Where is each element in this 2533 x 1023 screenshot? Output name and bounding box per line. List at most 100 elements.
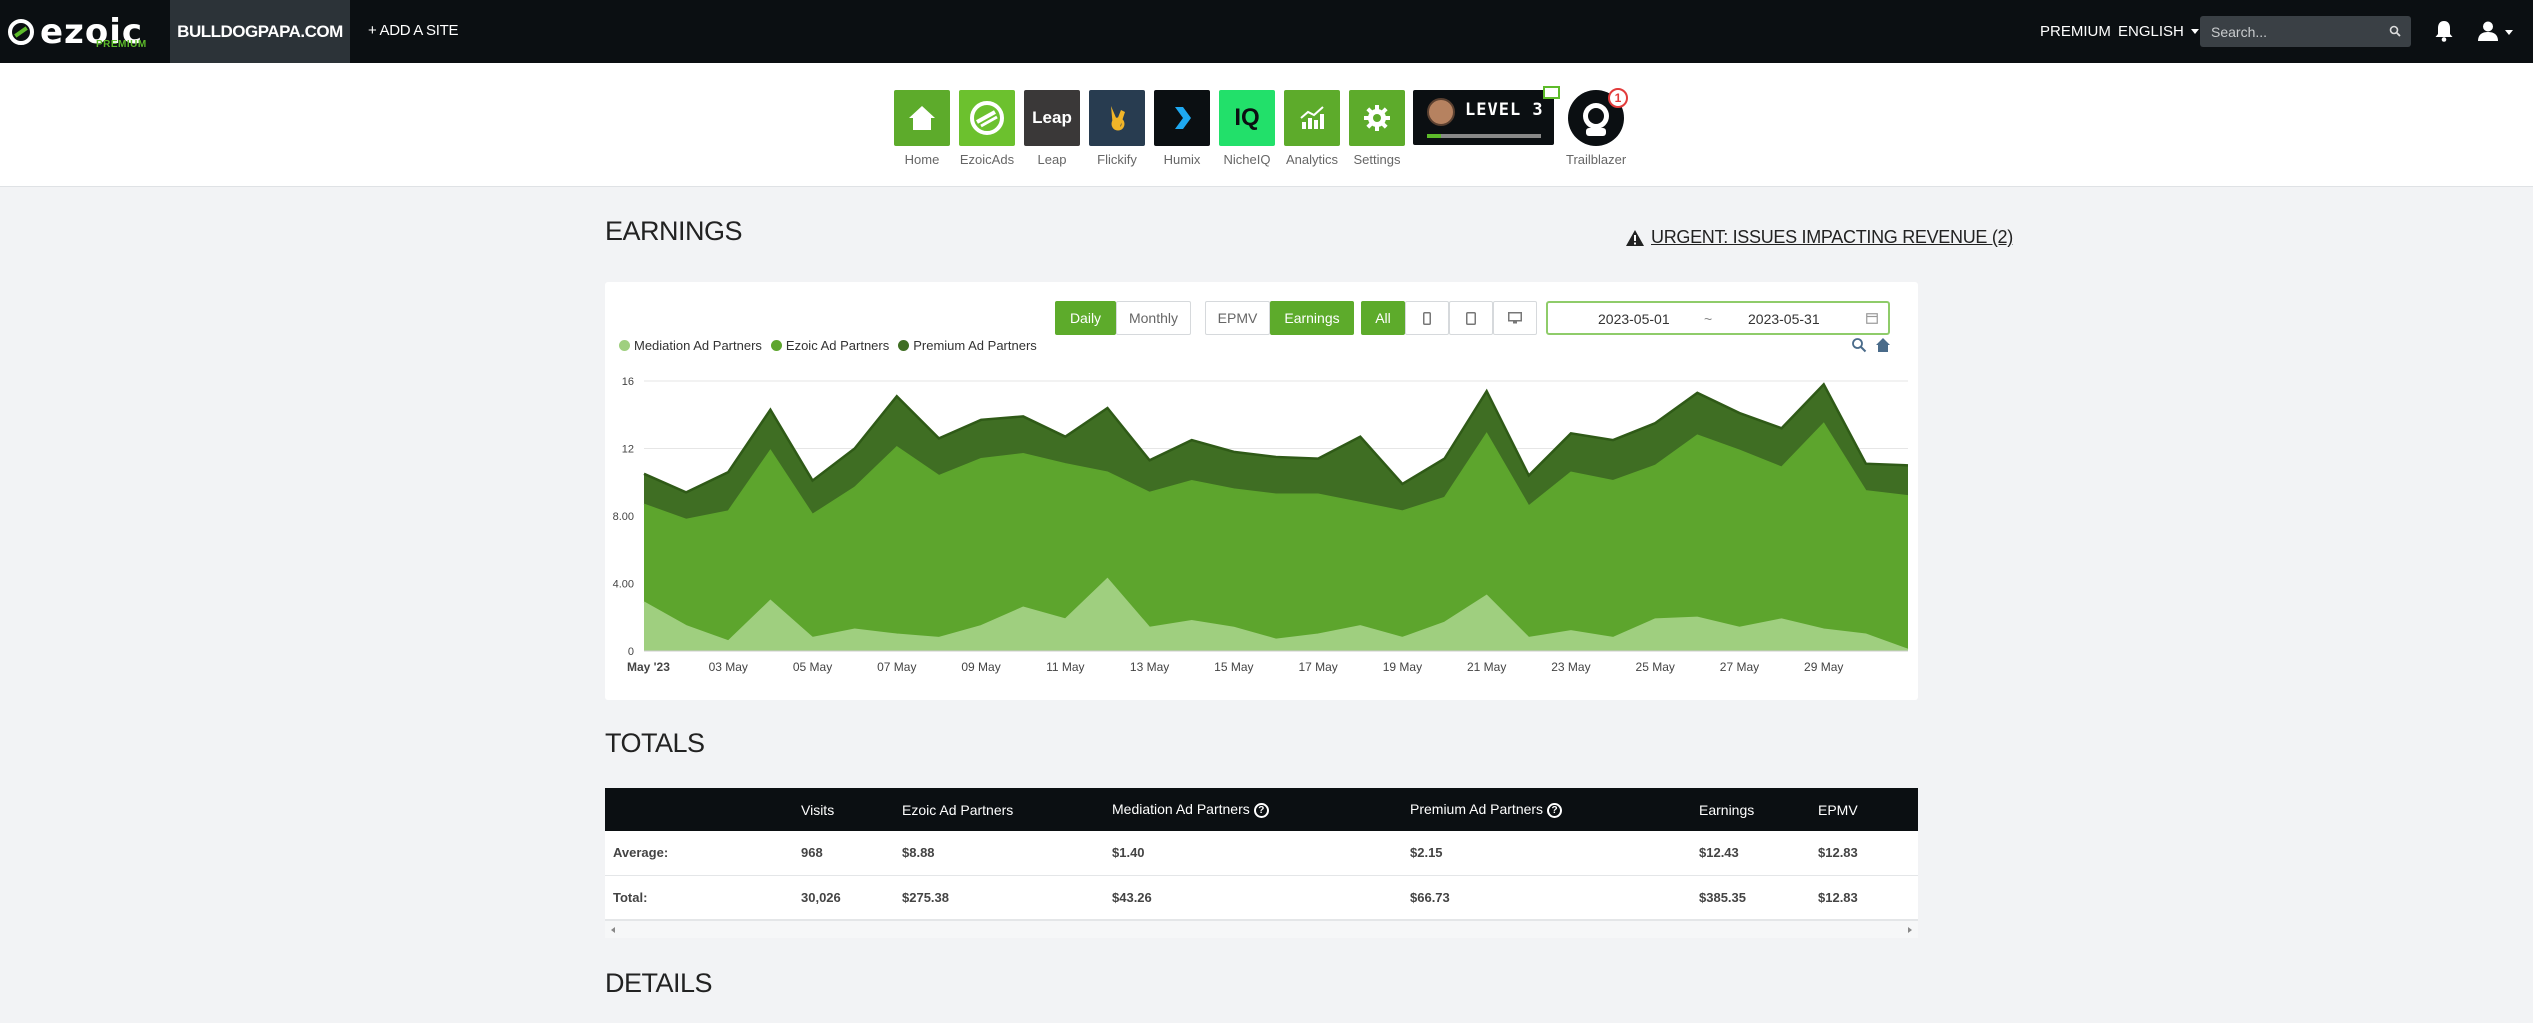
earnings-chart-card: Daily Monthly EPMV Earnings All 2023-05-… [605, 282, 1918, 700]
x-tick-label: 09 May [961, 660, 1000, 674]
urgent-issues-link[interactable]: URGENT: ISSUES IMPACTING REVENUE (2) [1625, 227, 2013, 248]
column-header [605, 788, 801, 831]
column-header-mediation[interactable]: Mediation Ad Partners? [1112, 788, 1410, 831]
premium-link[interactable]: PREMIUM [2040, 0, 2111, 63]
table-cell: 968 [801, 831, 902, 876]
urgent-issues-text: URGENT: ISSUES IMPACTING REVENUE (2) [1651, 227, 2013, 247]
column-header-premium[interactable]: Premium Ad Partners? [1410, 788, 1699, 831]
y-tick-label: 0 [628, 646, 634, 658]
help-icon[interactable]: ? [1253, 802, 1269, 818]
analytics-icon [1300, 106, 1324, 129]
leap-icon: Leap [1032, 108, 1072, 127]
x-tick-label: 25 May [1636, 660, 1675, 674]
x-tick-label: 21 May [1467, 660, 1506, 674]
y-tick-label: 12 [622, 444, 634, 456]
top-navbar: ezoic PREMIUM BULLDOGPAPA.COM + ADD A SI… [0, 0, 2533, 63]
x-tick-label: May '23 [627, 660, 670, 674]
app-ezoicads-tile[interactable] [959, 90, 1015, 146]
help-icon[interactable]: ? [1547, 802, 1563, 818]
app-analytics-tile[interactable] [1284, 90, 1340, 146]
table-header-row: Visits Ezoic Ad Partners Mediation Ad Pa… [605, 788, 1918, 831]
x-tick-label: 29 May [1804, 660, 1843, 674]
app-analytics[interactable]: Analytics [1284, 90, 1340, 167]
user-icon[interactable] [2477, 20, 2499, 42]
app-ezoicads[interactable]: EzoicAds [959, 90, 1015, 167]
bell-icon[interactable] [2434, 20, 2454, 42]
ezoicads-icon [970, 101, 1004, 135]
search-input[interactable] [2200, 16, 2380, 47]
app-nicheiq[interactable]: IQ NicheIQ [1219, 90, 1275, 167]
app-trailblazer[interactable]: 1 Trailblazer [1566, 88, 1628, 167]
x-tick-label: 03 May [709, 660, 748, 674]
app-settings-tile[interactable] [1349, 90, 1405, 146]
x-tick-label: 11 May [1046, 660, 1084, 674]
logo-premium-label: PREMIUM [96, 39, 147, 50]
table-row: Average: 968 $8.88 $1.40 $2.15 $12.43 $1… [605, 831, 1918, 876]
site-selector[interactable]: BULLDOGPAPA.COM [170, 0, 350, 63]
ezoic-logo-icon [8, 18, 34, 45]
table-cell: $2.15 [1410, 831, 1699, 876]
earnings-area-chart: 0 4.00 8.00 12 16 May '23 03 May 05 May 07 May 09… [613, 376, 1909, 674]
level-progress-bar [1427, 134, 1541, 138]
app-home-tile[interactable] [894, 90, 950, 146]
scroll-left-arrow-icon[interactable] [611, 927, 615, 933]
level-card[interactable]: LEVEL 3 [1413, 86, 1560, 145]
totals-table-wrapper: Visits Ezoic Ad Partners Mediation Ad Pa… [605, 788, 1918, 938]
app-home[interactable]: Home [894, 90, 950, 167]
row-label: Total: [605, 875, 801, 920]
table-cell: $43.26 [1112, 875, 1410, 920]
table-cell: $1.40 [1112, 831, 1410, 876]
user-avatar [1427, 98, 1455, 126]
earnings-heading: EARNINGS [605, 216, 743, 246]
app-flickify[interactable]: Flickify [1089, 90, 1145, 167]
table-cell: $275.38 [902, 875, 1112, 920]
search-box [2200, 16, 2411, 47]
row-label: Average: [605, 831, 801, 876]
x-tick-label: 05 May [793, 660, 832, 674]
app-leap-tile[interactable]: Leap [1024, 90, 1080, 146]
column-header-epmv[interactable]: EPMV [1818, 788, 1918, 831]
app-label: Settings [1353, 152, 1401, 167]
column-header-earnings[interactable]: Earnings [1699, 788, 1818, 831]
x-tick-label: 23 May [1551, 660, 1590, 674]
app-label: Trailblazer [1566, 152, 1627, 167]
x-tick-label: 27 May [1720, 660, 1759, 674]
gear-icon [1364, 105, 1390, 131]
caret-down-icon[interactable] [2505, 30, 2513, 35]
app-leap[interactable]: Leap Leap [1024, 90, 1080, 167]
app-humix-tile[interactable] [1154, 90, 1210, 146]
table-cell: $12.43 [1699, 831, 1818, 876]
scroll-right-arrow-icon[interactable] [1908, 927, 1912, 933]
language-dropdown[interactable]: ENGLISH [2118, 0, 2199, 63]
x-tick-label: 17 May [1298, 660, 1337, 674]
app-settings[interactable]: Settings [1349, 90, 1405, 167]
x-tick-label: 15 May [1214, 660, 1253, 674]
details-heading: DETAILS [605, 968, 713, 998]
x-tick-label: 13 May [1130, 660, 1169, 674]
search-icon[interactable] [2389, 25, 2401, 37]
column-header-visits[interactable]: Visits [801, 788, 902, 831]
app-flickify-tile[interactable] [1089, 90, 1145, 146]
column-header-ezoic[interactable]: Ezoic Ad Partners [902, 788, 1112, 831]
table-row: Total: 30,026 $275.38 $43.26 $66.73 $385… [605, 875, 1918, 920]
notification-badge: 1 [1608, 88, 1628, 108]
app-nicheiq-tile[interactable]: IQ [1219, 90, 1275, 146]
add-site-link[interactable]: + ADD A SITE [368, 22, 459, 39]
horizontal-scrollbar[interactable] [605, 920, 1918, 938]
nicheiq-icon: IQ [1234, 104, 1260, 131]
y-tick-label: 4.00 [613, 579, 634, 591]
y-tick-label: 16 [622, 376, 634, 388]
column-header-label: Premium Ad Partners [1410, 801, 1544, 818]
ezoic-logo[interactable]: ezoic PREMIUM [0, 0, 170, 63]
app-humix[interactable]: Humix [1154, 90, 1210, 167]
trailblazer-icon[interactable]: 1 [1568, 88, 1628, 146]
y-tick-label: 8.00 [613, 511, 634, 523]
level-progress-fill [1427, 134, 1441, 138]
home-icon [909, 106, 935, 130]
language-label: ENGLISH [2118, 23, 2184, 40]
mail-icon[interactable] [1543, 86, 1560, 99]
humix-icon [1175, 107, 1191, 129]
table-cell: $66.73 [1410, 875, 1699, 920]
table-cell: $8.88 [902, 831, 1112, 876]
table-cell: $385.35 [1699, 875, 1818, 920]
